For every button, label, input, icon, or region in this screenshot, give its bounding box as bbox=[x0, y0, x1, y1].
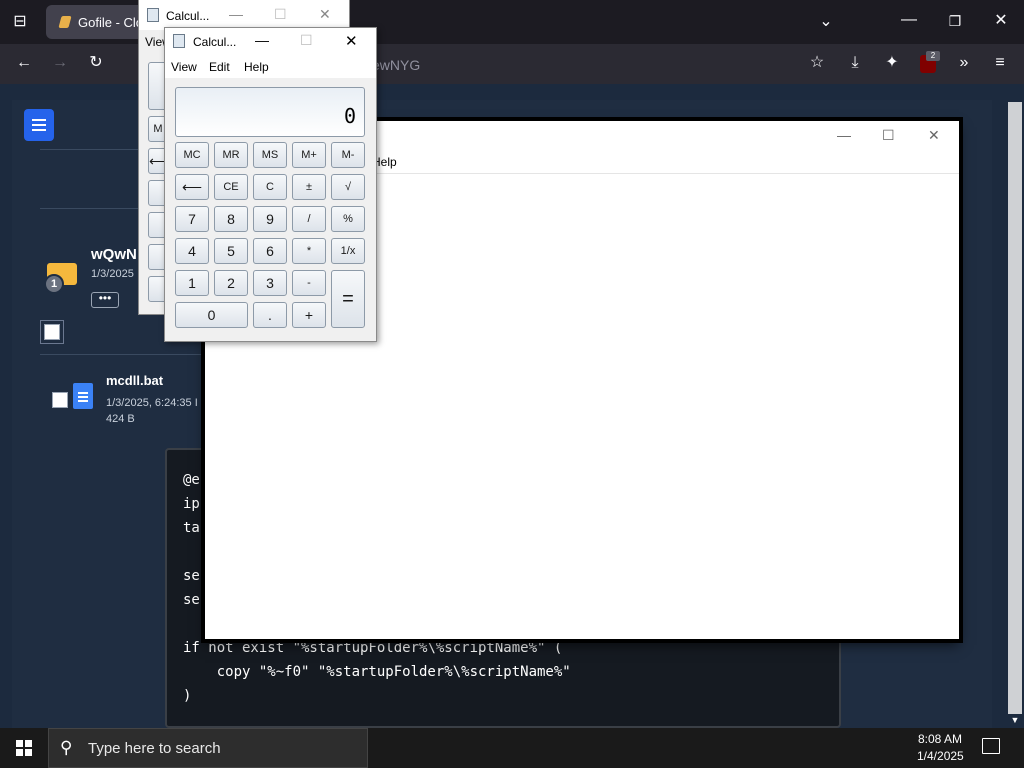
back-arrow-icon[interactable]: ← bbox=[12, 55, 36, 71]
clock-time: 8:08 AM bbox=[917, 732, 963, 746]
app-menu-icon[interactable]: ≡ bbox=[988, 55, 1012, 71]
calc-maximize-icon[interactable]: ☐ bbox=[300, 32, 313, 49]
code-line: ) bbox=[183, 688, 192, 704]
document-file-icon bbox=[73, 383, 93, 409]
calc-close-icon[interactable]: ✕ bbox=[345, 32, 358, 50]
divider bbox=[40, 354, 210, 355]
calc-menu-edit[interactable]: Edit bbox=[209, 60, 230, 74]
divide-button[interactable]: / bbox=[292, 206, 326, 232]
folder-date: 1/3/2025 bbox=[91, 268, 134, 280]
search-placeholder: Type here to search bbox=[88, 740, 221, 757]
notepad-close-icon[interactable]: ✕ bbox=[928, 127, 940, 144]
multiply-button[interactable]: * bbox=[292, 238, 326, 264]
code-line: if not exist "%startupFolder%\%scriptNam… bbox=[183, 640, 563, 656]
equals-button[interactable]: = bbox=[331, 270, 365, 328]
decimal-button[interactable]: . bbox=[253, 302, 287, 328]
subtract-button[interactable]: - bbox=[292, 270, 326, 296]
code-line: @e bbox=[183, 472, 200, 488]
code-line: se bbox=[183, 568, 200, 584]
restore-window-icon[interactable]: ❐ bbox=[943, 13, 967, 29]
file-date: 1/3/2025, 6:24:35 I bbox=[106, 397, 198, 409]
tab-list-icon[interactable]: ⊟ bbox=[8, 14, 32, 30]
code-line: ta bbox=[183, 520, 200, 536]
digit-1-button[interactable]: 1 bbox=[175, 270, 209, 296]
checkbox-box bbox=[44, 324, 60, 340]
ce-button[interactable]: CE bbox=[214, 174, 248, 200]
digit-4-button[interactable]: 4 bbox=[175, 238, 209, 264]
backspace-button[interactable]: ⟵ bbox=[175, 174, 209, 200]
clock-date: 1/4/2025 bbox=[917, 749, 964, 763]
sqrt-button[interactable]: √ bbox=[331, 174, 365, 200]
digit-7-button[interactable]: 7 bbox=[175, 206, 209, 232]
extension-badge: 2 bbox=[926, 51, 940, 61]
digit-5-button[interactable]: 5 bbox=[214, 238, 248, 264]
chevron-down-icon[interactable]: ⌄ bbox=[814, 14, 838, 30]
calculator-display: 0 bbox=[175, 87, 365, 137]
close-window-icon[interactable]: ✕ bbox=[989, 13, 1013, 29]
digit-9-button[interactable]: 9 bbox=[253, 206, 287, 232]
calculator-back-title: Calcul... bbox=[166, 9, 210, 23]
notification-center-icon[interactable] bbox=[982, 738, 1000, 754]
display-value: 0 bbox=[343, 104, 356, 128]
windows-start-icon[interactable] bbox=[16, 740, 32, 756]
calc-minimize-icon[interactable]: — bbox=[255, 32, 269, 48]
code-line: se bbox=[183, 592, 200, 608]
calc-menu-view[interactable]: View bbox=[171, 60, 197, 74]
more-tools-chevron-icon[interactable]: » bbox=[952, 55, 976, 71]
bookmark-star-icon[interactable]: ☆ bbox=[805, 55, 829, 71]
url-text[interactable]: ewNYG bbox=[372, 57, 420, 73]
file-name[interactable]: mcdll.bat bbox=[106, 373, 163, 388]
downloads-icon[interactable]: ⤓ bbox=[843, 55, 867, 71]
mr-button[interactable]: MR bbox=[214, 142, 248, 168]
reciprocal-button[interactable]: 1/x bbox=[331, 238, 365, 264]
folder-name: wQwN bbox=[91, 246, 137, 263]
plus-minus-button[interactable]: ± bbox=[292, 174, 326, 200]
digit-8-button[interactable]: 8 bbox=[214, 206, 248, 232]
calc-menu-help[interactable]: Help bbox=[244, 60, 269, 74]
sidebar-menu-button[interactable] bbox=[24, 109, 54, 141]
calculator-icon bbox=[147, 8, 159, 22]
file-checkbox[interactable] bbox=[52, 392, 68, 408]
notepad-maximize-icon[interactable]: ☐ bbox=[882, 127, 895, 144]
digit-0-button[interactable]: 0 bbox=[175, 302, 248, 328]
ms-button[interactable]: MS bbox=[253, 142, 287, 168]
code-line: copy "%~f0" "%startupFolder%\%scriptName… bbox=[183, 664, 571, 680]
calc-back-close-icon[interactable]: ✕ bbox=[319, 6, 331, 23]
minimize-window-icon[interactable]: — bbox=[897, 12, 921, 28]
search-icon: ⚲ bbox=[60, 738, 73, 757]
percent-button[interactable]: % bbox=[331, 206, 365, 232]
add-button[interactable]: + bbox=[292, 302, 326, 328]
taskbar-clock[interactable]: 8:08 AM 1/4/2025 bbox=[917, 731, 964, 765]
digit-2-button[interactable]: 2 bbox=[214, 270, 248, 296]
select-all-checkbox[interactable] bbox=[40, 320, 64, 344]
clear-button[interactable]: C bbox=[253, 174, 287, 200]
scroll-down-icon[interactable]: ▼ bbox=[1003, 712, 1024, 728]
digit-3-button[interactable]: 3 bbox=[253, 270, 287, 296]
notepad-minimize-icon[interactable]: — bbox=[837, 127, 851, 143]
mc-button[interactable]: MC bbox=[175, 142, 209, 168]
reload-icon[interactable]: ↻ bbox=[84, 55, 108, 71]
page-scrollbar[interactable] bbox=[1008, 102, 1022, 714]
extensions-puzzle-icon[interactable]: ✦ bbox=[880, 55, 904, 71]
calc-back-maximize-icon[interactable]: ☐ bbox=[274, 6, 287, 23]
m-minus-button[interactable]: M- bbox=[331, 142, 365, 168]
tab-title: Gofile - Clo bbox=[78, 15, 144, 30]
calc-back-minimize-icon[interactable]: — bbox=[229, 6, 243, 22]
file-size: 424 B bbox=[106, 413, 135, 425]
digit-6-button[interactable]: 6 bbox=[253, 238, 287, 264]
m-plus-button[interactable]: M+ bbox=[292, 142, 326, 168]
code-line: ip bbox=[183, 496, 200, 512]
forward-arrow-icon[interactable]: → bbox=[48, 55, 72, 71]
calculator-title: Calcul... bbox=[193, 35, 237, 49]
folder-more-button[interactable]: ••• bbox=[91, 292, 119, 308]
folder-count-badge: 1 bbox=[44, 274, 64, 294]
calculator-icon bbox=[173, 34, 185, 48]
